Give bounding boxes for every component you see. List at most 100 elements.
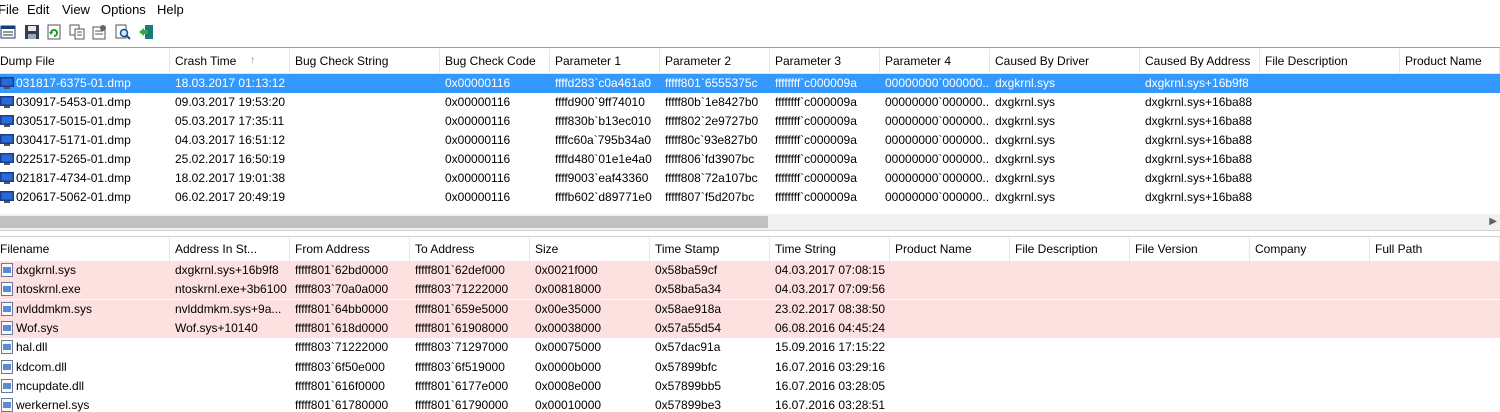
col-bug-check-string[interactable]: Bug Check String	[290, 49, 440, 73]
table-cell: dxgkrnl.sys	[995, 76, 1056, 90]
menu-edit[interactable]: Edit	[27, 2, 49, 17]
table-row[interactable]: hal.dll fffff803`71222000 fffff803`7129700…	[0, 338, 1500, 357]
table-row[interactable]: kdcom.dll fffff803`6f50e000 fffff803`6f519…	[0, 358, 1500, 377]
table-cell	[890, 358, 1010, 377]
col-caused-by-address[interactable]: Caused By Address	[1140, 49, 1260, 73]
table-row[interactable]: 030917-5453-01.dmp 09.03.2017 19:53:20 0x0…	[0, 93, 1500, 112]
table-cell: ntoskrnl.exe+3b6100	[175, 282, 287, 297]
table-cell	[1370, 261, 1500, 280]
col-size[interactable]: Size	[530, 237, 650, 261]
table-cell: ntoskrnl.exe	[0, 280, 170, 299]
col-filename[interactable]: Filename	[0, 237, 170, 261]
find-icon[interactable]	[115, 24, 131, 40]
properties-icon[interactable]	[0, 24, 16, 40]
col-file-description[interactable]: File Description	[1260, 49, 1400, 73]
table-cell	[290, 188, 440, 207]
pane-splitter[interactable]	[0, 230, 1500, 237]
table-cell	[890, 396, 1010, 412]
table-cell	[1400, 74, 1500, 93]
table-cell: werkernel.sys	[0, 396, 170, 412]
table-cell: 0x00e35000	[535, 301, 602, 316]
scrollbar-thumb[interactable]	[0, 216, 768, 228]
table-cell: fffff801`64bb0000	[295, 301, 389, 316]
table-row[interactable]: werkernel.sys fffff801`61780000 fffff801`6…	[0, 396, 1500, 412]
col-company[interactable]: Company	[1250, 237, 1370, 261]
menu-file[interactable]: File	[0, 2, 19, 17]
col-parameter-4[interactable]: Parameter 4	[880, 49, 990, 73]
table-cell	[1260, 112, 1400, 131]
col-full-path[interactable]: Full Path	[1370, 237, 1500, 261]
table-row[interactable]: 031817-6375-01.dmp 18.03.2017 01:13:12 0x0…	[0, 74, 1500, 93]
dump-list-header: Dump File Crash Time ↑ Bug Check String B…	[0, 49, 1500, 74]
col-to-address[interactable]: To Address	[410, 237, 530, 261]
menu-help[interactable]: Help	[157, 2, 184, 17]
col-caused-by-driver[interactable]: Caused By Driver	[990, 49, 1140, 73]
table-cell: 04.03.2017 07:08:15	[775, 263, 886, 277]
col-product-name[interactable]: Product Name	[1400, 49, 1500, 73]
table-row[interactable]: Wof.sys Wof.sys+10140 fffff801`618d0000 fff…	[0, 318, 1500, 338]
table-cell: hal.dll	[0, 338, 170, 357]
col-from-address[interactable]: From Address	[290, 237, 410, 261]
col-time-stamp[interactable]: Time Stamp	[650, 237, 770, 261]
table-row[interactable]: mcupdate.dll fffff801`616f0000 fffff801`61…	[0, 377, 1500, 396]
table-cell	[1250, 358, 1370, 377]
horizontal-scrollbar[interactable]: ▶	[0, 214, 1500, 230]
table-row[interactable]: ntoskrnl.exe ntoskrnl.exe+3b6100 fffff803`…	[0, 280, 1500, 300]
cell-text: mcupdate.dll	[16, 378, 85, 393]
exit-icon[interactable]	[138, 24, 154, 40]
table-cell	[1260, 188, 1400, 207]
table-cell	[1010, 358, 1130, 377]
scroll-right-arrow-icon[interactable]: ▶	[1489, 216, 1497, 227]
table-cell: 0x00075000	[535, 340, 602, 355]
table-cell: 0x0008e000	[535, 378, 602, 393]
table-cell: ffffc60a`795b34a0	[555, 133, 652, 147]
col-address-in-stack[interactable]: Address In St...	[170, 237, 290, 261]
table-row[interactable]: nvlddmkm.sys nvlddmkm.sys+9a... fffff801`6…	[0, 299, 1500, 319]
menu-options[interactable]: Options	[101, 2, 146, 17]
table-cell	[1400, 169, 1500, 188]
table-cell	[1130, 396, 1250, 412]
table-cell: dxgkrnl.sys	[995, 95, 1056, 109]
toolbar	[0, 19, 1500, 48]
col-file-version[interactable]: File Version	[1130, 237, 1250, 261]
menu-bar: File Edit View Options Help	[0, 0, 1500, 19]
refresh-icon[interactable]	[46, 24, 62, 40]
table-row[interactable]: 030517-5015-01.dmp 05.03.2017 17:35:11 0x0…	[0, 112, 1500, 131]
col-parameter-2[interactable]: Parameter 2	[660, 49, 770, 73]
col-bug-check-code[interactable]: Bug Check Code	[440, 49, 550, 73]
table-cell: 00000000`000000...	[885, 95, 990, 109]
col-dump-file[interactable]: Dump File	[0, 49, 170, 73]
table-row[interactable]: 021817-4734-01.dmp 18.02.2017 19:01:38 0x0…	[0, 169, 1500, 188]
table-cell: ffffffff`c000009a	[775, 152, 857, 166]
table-cell: nvlddmkm.sys+9a...	[175, 301, 282, 316]
table-cell: mcupdate.dll	[0, 377, 170, 396]
table-cell: fffff801`61780000	[295, 398, 389, 412]
table-cell	[1130, 261, 1250, 280]
table-row[interactable]: 022517-5265-01.dmp 25.02.2017 16:50:19 0x0…	[0, 150, 1500, 169]
table-cell	[890, 300, 1010, 319]
table-row[interactable]: 030417-5171-01.dmp 04.03.2017 16:51:12 0x0…	[0, 131, 1500, 150]
copy-icon[interactable]	[69, 24, 85, 40]
table-cell	[1010, 261, 1130, 280]
table-cell: 05.03.2017 17:35:11	[175, 114, 285, 128]
col-crash-time[interactable]: Crash Time ↑	[170, 49, 290, 73]
table-cell: 04.03.2017 07:09:56	[775, 282, 886, 297]
html-report-icon[interactable]	[91, 24, 107, 40]
col-file-description[interactable]: File Description	[1010, 237, 1130, 261]
col-product-name[interactable]: Product Name	[890, 237, 1010, 261]
col-parameter-1[interactable]: Parameter 1	[550, 49, 660, 73]
table-cell	[1010, 338, 1130, 357]
table-row[interactable]: 020617-5062-01.dmp 06.02.2017 20:49:19 0x0…	[0, 188, 1500, 207]
table-cell: 0x00000116	[445, 95, 511, 109]
table-cell: 0x00000116	[445, 76, 511, 90]
table-row[interactable]: dxgkrnl.sys dxgkrnl.sys+16b9f8 fffff801`62…	[0, 261, 1500, 280]
table-cell	[1010, 300, 1130, 319]
table-cell	[170, 358, 290, 377]
menu-view[interactable]: View	[62, 2, 90, 17]
driver-file-icon	[0, 282, 14, 297]
col-time-string[interactable]: Time String	[770, 237, 890, 261]
col-parameter-3[interactable]: Parameter 3	[770, 49, 880, 73]
dump-list-table: Dump File Crash Time ↑ Bug Check String B…	[0, 49, 1500, 214]
table-cell: dxgkrnl.sys	[0, 261, 170, 280]
save-icon[interactable]	[24, 24, 40, 40]
